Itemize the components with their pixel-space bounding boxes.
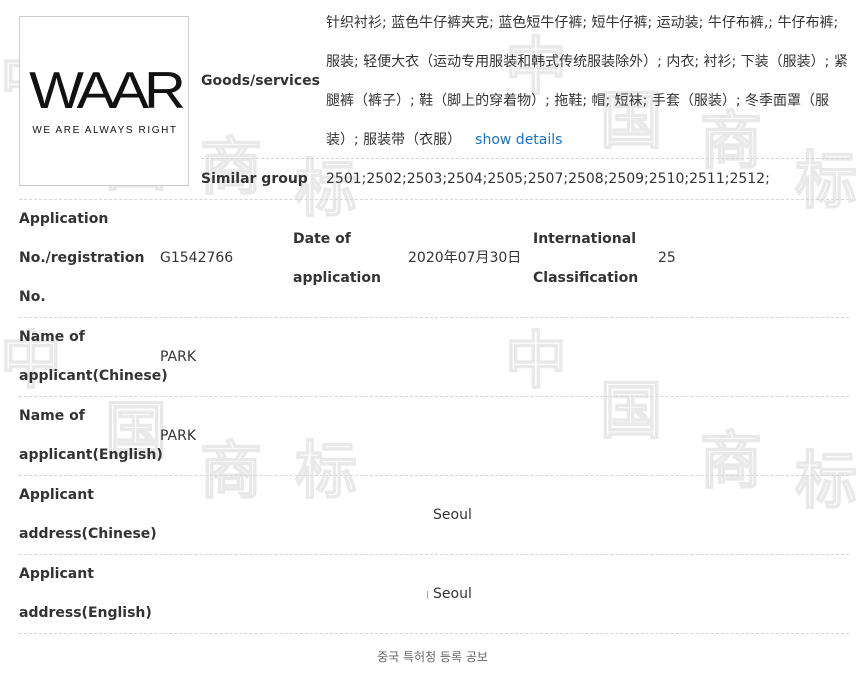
divider bbox=[19, 396, 849, 397]
applicant-address-en-label-line2: address(English) bbox=[19, 605, 152, 621]
similar-group-label: Similar group bbox=[201, 171, 308, 187]
divider bbox=[19, 317, 849, 318]
divider bbox=[19, 633, 849, 634]
applicant-address-en-value: Seoul bbox=[433, 586, 472, 602]
applicant-name-cn-label-line1: Name of bbox=[19, 329, 85, 345]
goods-services-text: 针织衬衫; 蓝色牛仔裤夹克; 蓝色短牛仔裤; 短牛仔裤; 运动装; 牛仔布裤,;… bbox=[326, 15, 848, 148]
divider bbox=[19, 554, 849, 555]
international-classification-label-line2: Classification bbox=[533, 270, 639, 286]
date-of-application-label-line1: Date of bbox=[293, 231, 351, 247]
applicant-address-cn-label-line2: address(Chinese) bbox=[19, 526, 157, 542]
footer-caption: 중국 특허청 등록 공보 bbox=[377, 650, 488, 664]
application-no-value: G1542766 bbox=[160, 250, 234, 266]
logo-wordmark: WAAR bbox=[29, 61, 186, 120]
divider bbox=[19, 475, 849, 476]
goods-services-label: Goods/services bbox=[201, 73, 320, 89]
goods-services-value: 针织衬衫; 蓝色牛仔裤夹克; 蓝色短牛仔裤; 短牛仔裤; 运动装; 牛仔布裤,;… bbox=[326, 4, 849, 160]
applicant-address-cn-label-line1: Applicant bbox=[19, 487, 94, 503]
trademark-detail: WAAR WE ARE ALWAYS RIGHT Goods/services … bbox=[0, 0, 865, 674]
divider bbox=[201, 158, 849, 159]
application-no-label-line2: No./registration bbox=[19, 250, 145, 266]
applicant-address-en-label-line1: Applicant bbox=[19, 566, 94, 582]
show-details-link[interactable]: show details bbox=[475, 132, 562, 148]
applicant-name-en-label-line2: applicant(English) bbox=[19, 447, 163, 463]
date-of-application-label-line2: application bbox=[293, 270, 381, 286]
applicant-name-cn-label-line2: applicant(Chinese) bbox=[19, 368, 168, 384]
applicant-address-cn-value: Seoul bbox=[433, 507, 472, 523]
international-classification-value: 25 bbox=[658, 250, 676, 266]
international-classification-label-line1: International bbox=[533, 231, 637, 247]
similar-group-value: 2501;2502;2503;2504;2505;2507;2508;2509;… bbox=[326, 171, 770, 187]
application-no-label-line3: No. bbox=[19, 289, 46, 305]
date-of-application-value: 2020年07月30日 bbox=[408, 250, 522, 266]
applicant-name-cn-value: PARK bbox=[160, 349, 197, 365]
applicant-name-en-label-line1: Name of bbox=[19, 408, 85, 424]
divider bbox=[19, 199, 849, 200]
logo-tagline: WE ARE ALWAYS RIGHT bbox=[32, 125, 178, 136]
trademark-logo: WAAR WE ARE ALWAYS RIGHT bbox=[19, 16, 189, 186]
text-cursor-mark bbox=[427, 591, 428, 599]
applicant-name-en-value: PARK bbox=[160, 428, 197, 444]
application-no-label-line1: Application bbox=[19, 211, 109, 227]
